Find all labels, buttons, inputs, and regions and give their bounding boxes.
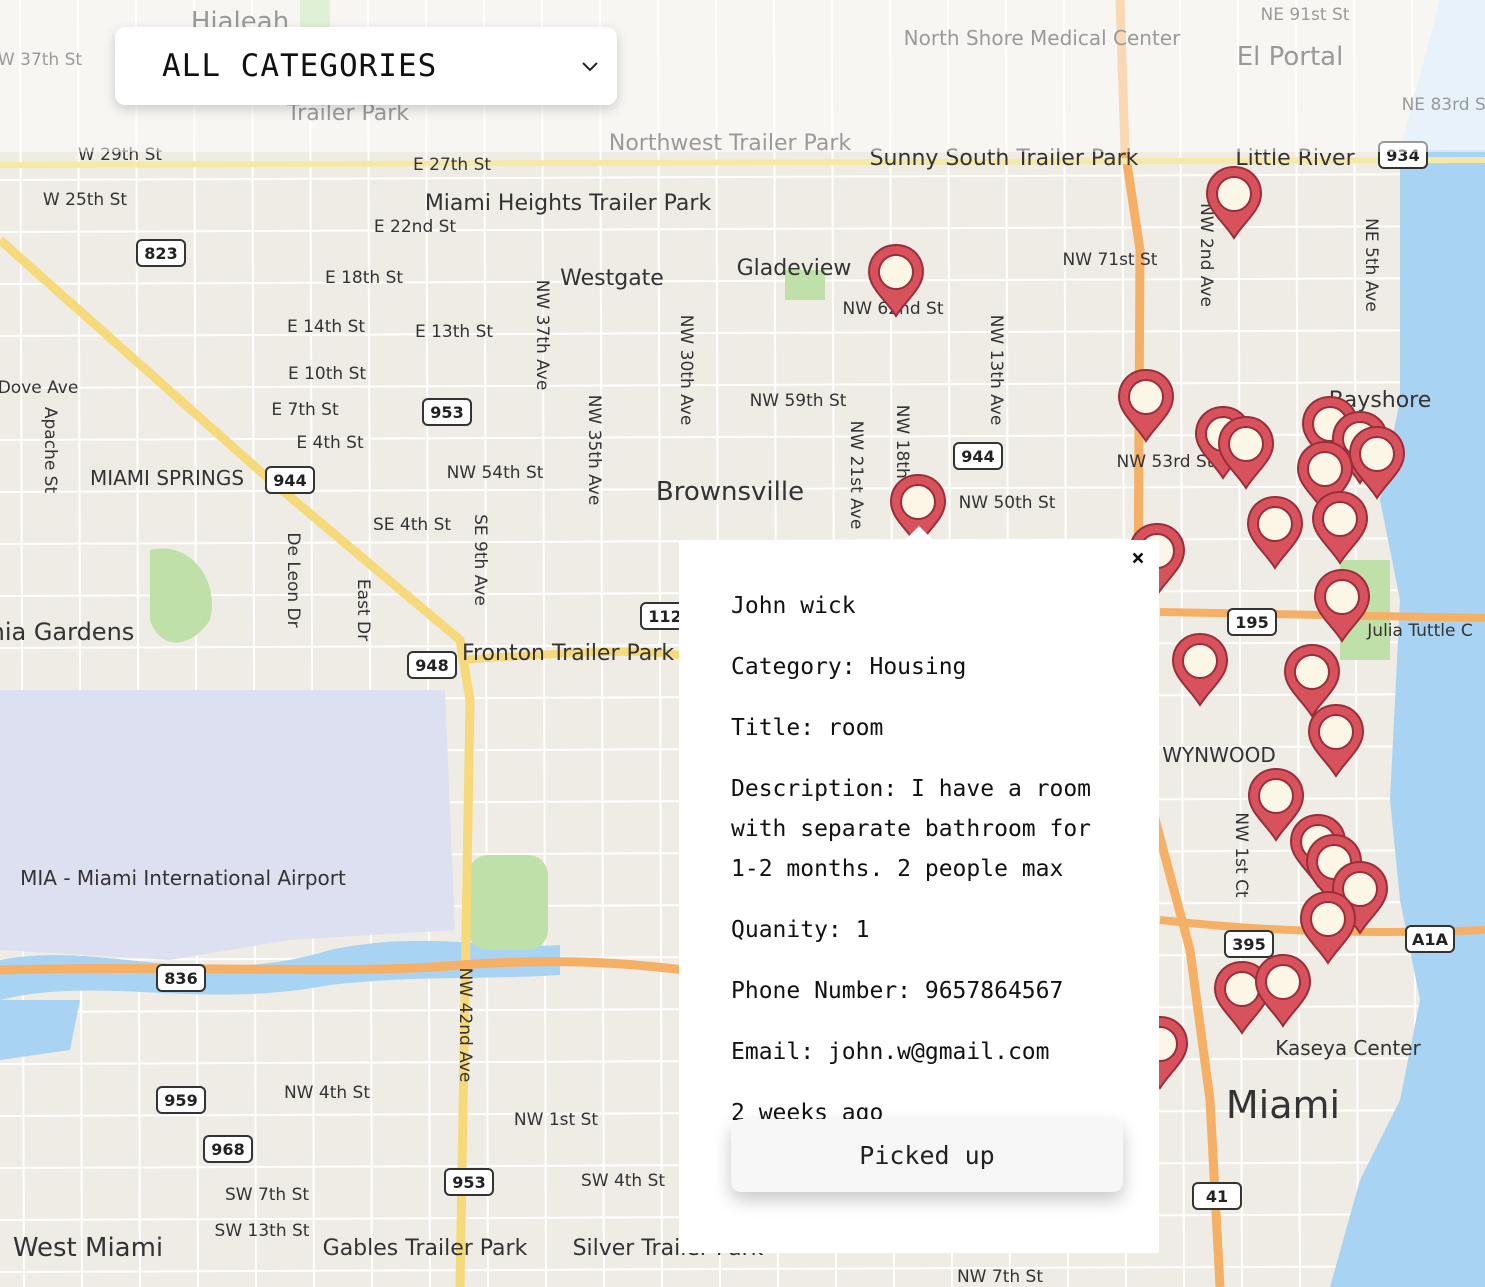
svg-text:944: 944 [961, 447, 994, 466]
popup-email: Email: john.w@gmail.com [731, 1039, 1050, 1065]
map-street-label: De Leon Dr [283, 532, 303, 627]
map-street-label: NW 35th Ave [584, 395, 604, 506]
map-street-label: SW 13th St [215, 1221, 310, 1241]
route-shield: 953 [444, 1168, 494, 1196]
map-street-label: E 10th St [288, 364, 366, 384]
popup-title: Title: room [731, 715, 884, 741]
map-street-label: NW 53rd St [1117, 452, 1214, 472]
map-place-label: Miami [1226, 1083, 1340, 1127]
svg-text:112: 112 [648, 607, 681, 626]
route-shield: 41 [1192, 1182, 1242, 1210]
map-place-label: West Miami [13, 1233, 163, 1263]
route-shield: A1A [1405, 925, 1455, 953]
map-street-label: NW 1st Ct [1231, 812, 1251, 898]
map-place-label: Gables Trailer Park [323, 1236, 528, 1261]
map-street-label: NW 7th St [957, 1267, 1043, 1287]
route-shield: 959 [156, 1086, 206, 1114]
map-street-label: SW 7th St [225, 1185, 309, 1205]
map-place-label: Virginia Gardens [0, 618, 134, 646]
map-street-label: NW 2nd Ave [1196, 203, 1216, 307]
map-street-label: NW 1st St [514, 1110, 598, 1130]
map-place-label: Gladeview [737, 256, 852, 281]
route-shield: 948 [407, 651, 457, 679]
map-street-label: E 4th St [296, 433, 364, 453]
svg-text:944: 944 [273, 471, 306, 490]
map-street-label: NW 50th St [959, 493, 1056, 513]
popup-description: Description: I have a room with separate… [731, 776, 1092, 882]
map-street-label: NW 71st St [1063, 250, 1158, 270]
route-shield: 836 [156, 964, 206, 992]
map-place-label: Westgate [560, 266, 664, 291]
map-place-label: MIA - Miami International Airport [20, 866, 346, 890]
map-street-label: NW 13th Ave [986, 315, 1006, 426]
map-place-label: Miami Heights Trailer Park [425, 191, 712, 216]
route-shield: 944 [953, 442, 1003, 470]
map-street-label: NW 30th Ave [676, 315, 696, 426]
map-street-label: NW 42nd Ave [455, 968, 475, 1083]
popup-quantity: Quanity: 1 [731, 917, 870, 943]
route-shield: 395 [1224, 930, 1274, 958]
map-street-label: SW 4th St [581, 1171, 665, 1191]
map-street-label: Dove Ave [0, 378, 78, 398]
map-place-label: Brownsville [656, 477, 804, 507]
svg-text:41: 41 [1206, 1187, 1228, 1206]
map-street-label: E 27th St [413, 155, 491, 175]
map-place-label: Kaseya Center [1275, 1036, 1421, 1060]
route-shield: 195 [1227, 608, 1277, 636]
svg-text:959: 959 [164, 1091, 197, 1110]
map-street-label: E 7th St [271, 400, 339, 420]
svg-text:948: 948 [415, 656, 448, 675]
close-icon[interactable]: × [1127, 548, 1149, 570]
svg-text:953: 953 [430, 403, 463, 422]
map-place-label: MIAMI SPRINGS [90, 466, 244, 490]
map-street-label: E 13th St [415, 322, 493, 342]
map-street-label: East Dr [353, 579, 373, 641]
category-filter-value: ALL CATEGORIES [162, 48, 438, 84]
map-street-label: W 25th St [43, 190, 127, 210]
map-street-label: Julia Tuttle C [1366, 621, 1472, 641]
route-shield: 823 [136, 239, 186, 267]
picked-up-button[interactable]: Picked up [731, 1119, 1123, 1192]
svg-text:968: 968 [211, 1140, 244, 1159]
svg-text:395: 395 [1232, 935, 1265, 954]
map-street-label: SE 4th St [373, 515, 451, 535]
svg-text:823: 823 [144, 244, 177, 263]
svg-text:A1A: A1A [1412, 930, 1449, 949]
map-street-label: NE 5th Ave [1361, 218, 1381, 312]
map-street-label: NW 54th St [447, 463, 544, 483]
svg-text:953: 953 [452, 1173, 485, 1192]
svg-text:836: 836 [164, 969, 197, 988]
popup-tip [904, 526, 934, 541]
map-street-label: NW 59th St [750, 391, 847, 411]
map-place-label: Fronton Trailer Park [462, 641, 674, 666]
map-street-label: NW 37th Ave [532, 280, 552, 391]
route-shield: 968 [203, 1135, 253, 1163]
chevron-down-icon [582, 62, 598, 72]
category-filter-dropdown[interactable]: ALL CATEGORIES [115, 27, 617, 105]
map-street-label: NW 21st Ave [846, 421, 866, 530]
route-shield: 944 [265, 466, 315, 494]
map-street-label: Apache St [40, 407, 60, 494]
map-place-label: WYNWOOD [1162, 743, 1276, 767]
listing-popup: × John wick Category: Housing Title: roo… [679, 526, 1159, 1253]
map-street-label: E 14th St [287, 317, 365, 337]
map-street-label: E 18th St [325, 268, 403, 288]
popup-name: John wick [731, 593, 856, 619]
map-street-label: E 22nd St [374, 217, 457, 237]
route-shield: 953 [422, 398, 472, 426]
popup-phone: Phone Number: 9657864567 [731, 978, 1064, 1004]
svg-text:195: 195 [1235, 613, 1268, 632]
popup-category: Category: Housing [731, 654, 967, 680]
map-street-label: SE 9th Ave [470, 514, 490, 606]
map-street-label: NW 4th St [284, 1083, 370, 1103]
